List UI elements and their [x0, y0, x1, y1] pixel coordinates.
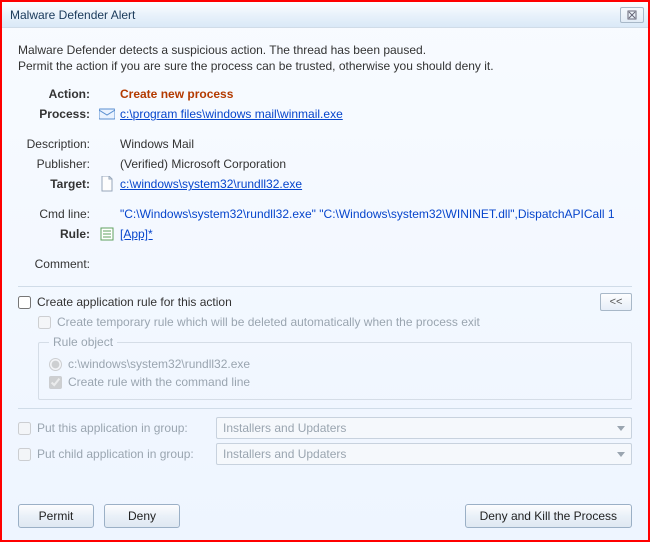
rule-with-cmd-checkbox — [49, 376, 62, 389]
group-section: Put this application in group: Installer… — [18, 408, 632, 467]
child-group-combo: Installers and Updaters — [216, 443, 632, 465]
publisher-value: (Verified) Microsoft Corporation — [120, 157, 632, 171]
temp-rule-label: Create temporary rule which will be dele… — [57, 315, 480, 329]
target-label: Target: — [18, 177, 94, 191]
rule-with-cmd-label: Create rule with the command line — [68, 375, 250, 389]
rule-icon — [98, 226, 116, 242]
create-rule-checkbox[interactable] — [18, 296, 31, 309]
rule-link[interactable]: [App]* — [120, 227, 153, 241]
temp-rule-checkbox — [38, 316, 51, 329]
details-grid: Action: Create new process Process: c:\p… — [18, 86, 632, 272]
rule-section: Create application rule for this action … — [18, 286, 632, 404]
app-group-combo: Installers and Updaters — [216, 417, 632, 439]
app-group-value: Installers and Updaters — [223, 421, 346, 435]
chevron-left-icon: << — [610, 296, 623, 308]
action-value: Create new process — [120, 87, 632, 101]
put-child-group-label: Put child application in group: — [37, 447, 194, 461]
cmdline-label: Cmd line: — [18, 207, 94, 221]
comment-label: Comment: — [18, 257, 94, 271]
deny-kill-button[interactable]: Deny and Kill the Process — [465, 504, 632, 528]
put-app-group-checkbox — [18, 422, 31, 435]
description-label: Description: — [18, 137, 94, 151]
cmdline-value: "C:\Windows\system32\rundll32.exe" "C:\W… — [120, 207, 632, 221]
footer-buttons: Permit Deny Deny and Kill the Process — [18, 494, 632, 528]
process-link[interactable]: c:\program files\windows mail\winmail.ex… — [120, 107, 343, 121]
dialog-window: Malware Defender Alert Malware Defender … — [0, 0, 650, 542]
rule-object-radio — [49, 358, 62, 371]
rule-object-path: c:\windows\system32\rundll32.exe — [68, 357, 250, 371]
dialog-body: Malware Defender detects a suspicious ac… — [2, 28, 648, 540]
target-link[interactable]: c:\windows\system32\rundll32.exe — [120, 177, 302, 191]
rule-object-legend: Rule object — [49, 335, 117, 349]
description-value: Windows Mail — [120, 137, 632, 151]
titlebar: Malware Defender Alert — [2, 2, 648, 28]
rule-object-fieldset: Rule object c:\windows\system32\rundll32… — [38, 335, 632, 400]
rule-label: Rule: — [18, 227, 94, 241]
permit-button[interactable]: Permit — [18, 504, 94, 528]
close-button[interactable] — [620, 7, 644, 23]
action-label: Action: — [18, 87, 94, 101]
intro-line1: Malware Defender detects a suspicious ac… — [18, 42, 632, 58]
collapse-button[interactable]: << — [600, 293, 632, 311]
intro-text: Malware Defender detects a suspicious ac… — [18, 42, 632, 74]
process-label: Process: — [18, 107, 94, 121]
file-icon — [98, 176, 116, 192]
create-rule-label: Create application rule for this action — [37, 295, 232, 309]
close-icon — [627, 10, 637, 20]
intro-line2: Permit the action if you are sure the pr… — [18, 58, 632, 74]
mail-icon — [98, 106, 116, 122]
put-child-group-checkbox — [18, 448, 31, 461]
child-group-value: Installers and Updaters — [223, 447, 346, 461]
publisher-label: Publisher: — [18, 157, 94, 171]
put-app-group-label: Put this application in group: — [37, 421, 188, 435]
deny-button[interactable]: Deny — [104, 504, 180, 528]
window-title: Malware Defender Alert — [10, 8, 620, 22]
